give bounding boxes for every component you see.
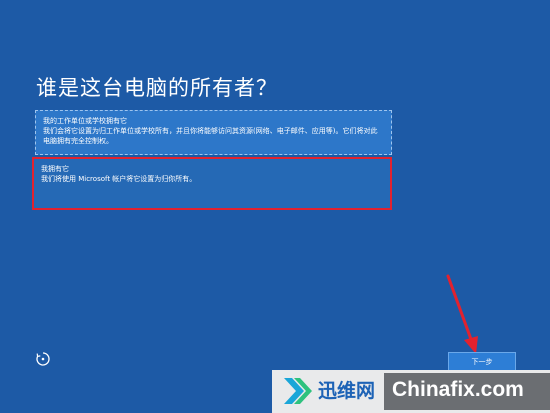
option-work-or-school[interactable]: 我的工作单位或学校拥有它 我们会将它设置为归工作单位或学校所有，并且你将能够访问… — [35, 110, 392, 155]
option-own-title: 我拥有它 — [41, 165, 69, 173]
option-i-own-it[interactable]: 我拥有它 我们将使用 Microsoft 帐户将它设置为归你所有。 — [32, 157, 392, 210]
next-button[interactable]: 下一步 — [448, 352, 516, 372]
page-title: 谁是这台电脑的所有者？ — [36, 76, 278, 100]
option-own-description: 我们将使用 Microsoft 帐户将它设置为归你所有。 — [41, 175, 197, 183]
option-work-description: 我们会将它设置为归工作单位或学校所有，并且你将能够访问其资源(网络、电子邮件、应… — [43, 127, 378, 145]
ease-of-access-icon[interactable] — [35, 351, 51, 367]
option-work-title: 我的工作单位或学校拥有它 — [43, 117, 127, 125]
red-arrow-annotation — [446, 274, 478, 354]
watermark: 迅维网 Chinafix.com — [272, 370, 550, 413]
watermark-site-cn: 迅维网 — [318, 380, 376, 402]
watermark-site-en: Chinafix.com — [392, 378, 524, 401]
watermark-logo-icon — [284, 378, 312, 404]
watermark-en-box: Chinafix.com — [384, 373, 550, 410]
